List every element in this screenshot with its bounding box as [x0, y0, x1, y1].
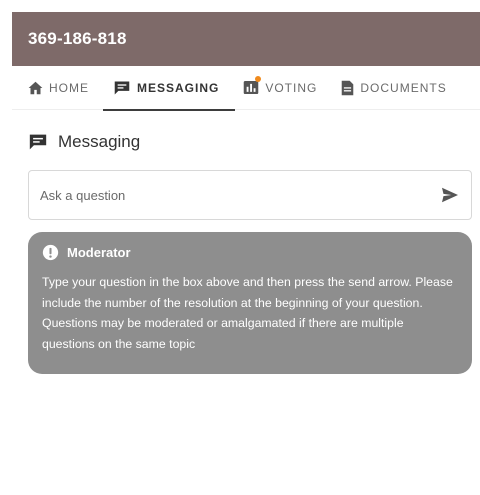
question-input[interactable]: [40, 187, 441, 203]
tab-documents-label: DOCUMENTS: [360, 80, 447, 95]
document-icon: [341, 80, 354, 96]
tab-documents[interactable]: DOCUMENTS: [329, 66, 458, 110]
app-header: 369-186-818: [12, 12, 480, 66]
send-icon[interactable]: [441, 187, 459, 203]
tab-voting-label: VOTING: [265, 80, 318, 95]
bar-chart-icon: [243, 76, 262, 95]
moderator-title: Moderator: [67, 245, 131, 260]
question-box: [28, 170, 472, 220]
tab-messaging-label: MESSAGING: [137, 80, 220, 95]
notification-dot: [255, 76, 262, 82]
chat-icon: [28, 133, 48, 151]
tab-voting[interactable]: VOTING: [231, 66, 329, 110]
section-title-label: Messaging: [58, 132, 141, 151]
tab-messaging[interactable]: MESSAGING: [101, 66, 236, 111]
moderator-header: Moderator: [42, 244, 458, 261]
chat-icon: [113, 80, 131, 96]
moderator-text: Type your question in the box above and …: [42, 275, 453, 351]
tab-bar: HOME MESSAGING VOTING DOCUMENTS: [12, 66, 480, 111]
home-icon: [28, 81, 43, 95]
tab-home[interactable]: HOME: [12, 66, 101, 110]
tab-home-label: HOME: [49, 80, 89, 95]
info-icon: [42, 244, 59, 261]
app-frame: 369-186-818 HOME MESSAGING VOTING DOCUME…: [12, 12, 480, 495]
moderator-message: Moderator Type your question in the box …: [28, 232, 472, 374]
meeting-id: 369-186-818: [28, 29, 127, 48]
section-title: Messaging: [28, 132, 480, 152]
